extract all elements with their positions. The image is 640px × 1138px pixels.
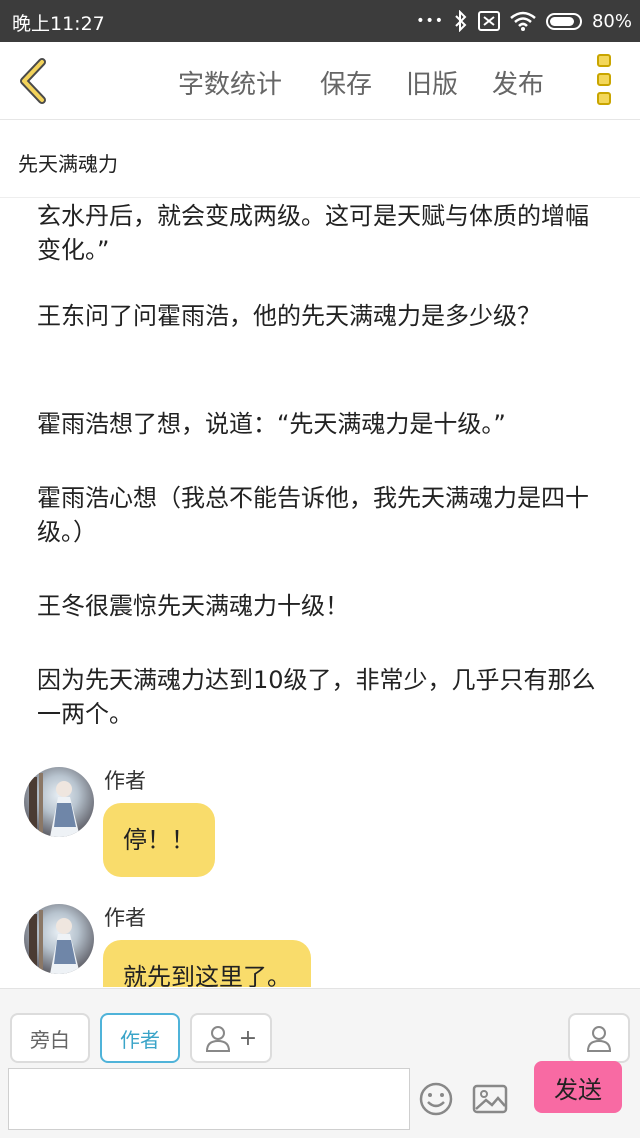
menu-icon[interactable] — [594, 54, 614, 110]
wifi-icon — [510, 11, 536, 31]
message-bubble[interactable]: 就先到这里了。 — [103, 940, 311, 987]
old-version-button[interactable]: 旧版 — [406, 64, 458, 101]
author-name: 作者 — [104, 906, 146, 930]
story-content[interactable]: 玄水丹后，就会变成两级。这可是天赋与体质的增幅变化。” 王东问了问霍雨浩，他的先… — [0, 199, 640, 987]
narration-role-button[interactable]: 旁白 — [10, 1013, 90, 1063]
add-role-plus: + — [238, 1025, 258, 1051]
avatar[interactable] — [24, 767, 94, 837]
author-name: 作者 — [104, 769, 146, 793]
top-header: 字数统计 保存 旧版 发布 — [0, 42, 640, 120]
author-role-button[interactable]: 作者 — [100, 1013, 180, 1063]
paragraph: 霍雨浩想了想，说道：“先天满魂力是十级。” — [37, 410, 506, 438]
back-arrow-icon[interactable] — [12, 56, 56, 106]
narration-label: 旁白 — [30, 1027, 70, 1052]
add-person-icon — [205, 1026, 230, 1052]
paragraph: 王东问了问霍雨浩，他的先天满魂力是多少级？ — [37, 302, 541, 330]
message-bubble[interactable]: 停！！ — [103, 803, 215, 877]
chapter-title: 先天满魂力 — [18, 152, 118, 176]
battery-level: 80% — [591, 10, 632, 32]
bluetooth-icon — [455, 10, 467, 32]
add-role-button[interactable]: + — [190, 1013, 272, 1063]
publish-button[interactable]: 发布 — [492, 64, 544, 101]
save-button[interactable]: 保存 — [320, 64, 372, 101]
paragraph: 玄水丹后，就会变成两级。这可是天赋与体质的增幅变化。” — [37, 202, 589, 264]
status-icons: ••• 80% — [416, 6, 632, 36]
send-button[interactable]: 发送 — [534, 1061, 622, 1113]
word-count-button[interactable]: 字数统计 — [178, 64, 282, 101]
compose-toolbar: 旁白 作者 + 发送 — [0, 988, 640, 1138]
avatar[interactable] — [24, 904, 94, 974]
paragraph: 霍雨浩心想（我总不能告诉他，我先天满魂力是四十级。） — [37, 484, 589, 546]
battery-icon — [545, 12, 582, 30]
more-dots-icon: ••• — [416, 13, 444, 29]
paragraph: 王冬很震惊先天满魂力十级！ — [37, 592, 349, 620]
paragraph: 因为先天满魂力达到10级了，非常少，几乎只有那么一两个。 — [37, 666, 596, 728]
author-label: 作者 — [120, 1027, 160, 1052]
message-input[interactable] — [8, 1068, 410, 1130]
image-icon[interactable] — [472, 1081, 508, 1117]
chapter-title-bar[interactable]: 先天满魂力 — [0, 120, 640, 198]
sim-icon — [477, 11, 500, 31]
emoji-icon[interactable] — [418, 1081, 454, 1117]
role-manage-button[interactable] — [568, 1013, 630, 1063]
person-icon — [586, 1026, 612, 1052]
status-time: 晚上11:27 — [12, 13, 105, 35]
status-bar: 晚上11:27 ••• 80% — [0, 0, 640, 42]
